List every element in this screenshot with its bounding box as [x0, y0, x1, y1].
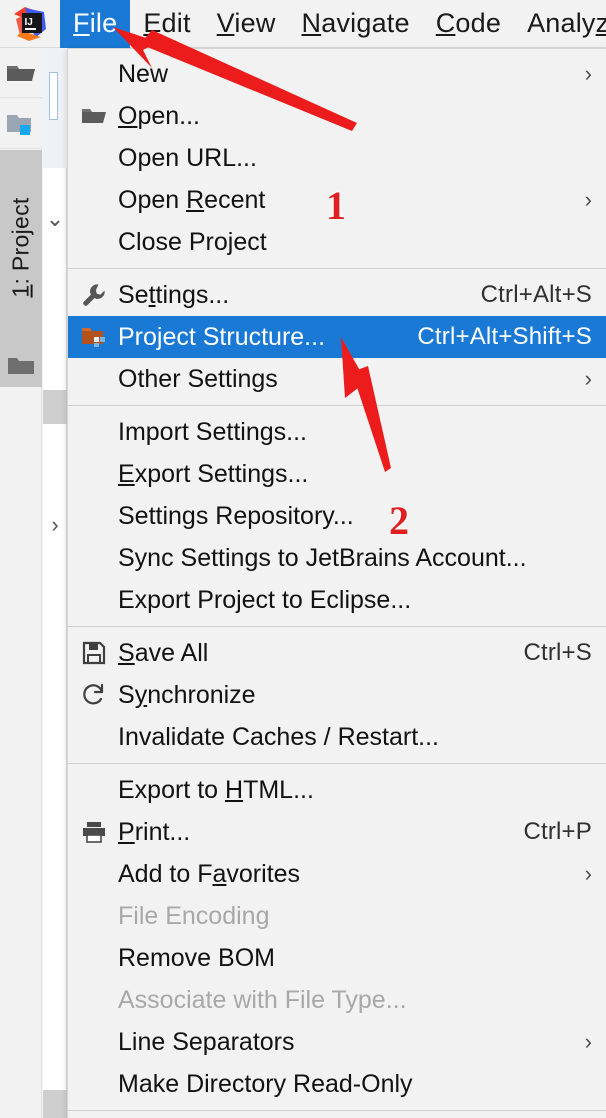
wrench-icon — [80, 281, 108, 309]
menu-item-file-encoding-label: File Encoding — [118, 901, 270, 930]
menubar-navigate-label: Navigate — [301, 8, 410, 38]
menubar-code-label: Code — [435, 8, 502, 38]
sidebar-tab-project[interactable]: 1: Project — [0, 150, 42, 345]
menu-item-settings-label: Settings... — [118, 280, 230, 309]
menu-item-import-settings-label: Import Settings... — [118, 417, 307, 446]
menu-item-associate-file-type: Associate with File Type... — [68, 979, 606, 1021]
menu-item-open-url[interactable]: Open URL... — [68, 137, 606, 179]
menubar-item-edit[interactable]: Edit — [130, 0, 203, 48]
menu-item-invalidate-caches-label: Invalidate Caches / Restart... — [118, 722, 439, 751]
menu-item-open-url-label: Open URL... — [118, 143, 257, 172]
menu-item-save-all[interactable]: Save All Ctrl+S — [68, 632, 606, 674]
menu-item-project-structure-shortcut: Ctrl+Alt+Shift+S — [417, 323, 592, 350]
menu-item-add-to-favorites[interactable]: Add to Favorites › — [68, 853, 606, 895]
menu-item-synchronize-label: Synchronize — [118, 680, 256, 709]
menu-item-make-directory-read-only[interactable]: Make Directory Read-Only — [68, 1063, 606, 1105]
chevron-right-icon[interactable]: › — [43, 505, 67, 545]
menu-item-settings[interactable]: Settings... Ctrl+Alt+S — [68, 274, 606, 316]
menu-item-export-html[interactable]: Export to HTML... — [68, 769, 606, 811]
menu-item-close-project-label: Close Project — [118, 227, 267, 256]
menubar-item-analyze[interactable]: Analyze — [514, 0, 606, 48]
chevron-down-icon[interactable]: ⌄ — [43, 196, 67, 242]
menubar-item-view[interactable]: View — [204, 0, 289, 48]
menu-item-remove-bom[interactable]: Remove BOM — [68, 937, 606, 979]
folder-icon[interactable] — [0, 345, 42, 387]
menu-item-project-structure[interactable]: Project Structure... Ctrl+Alt+Shift+S — [68, 316, 606, 358]
menubar-file-label: File — [73, 8, 118, 38]
menu-item-other-settings[interactable]: Other Settings › — [68, 358, 606, 400]
menu-item-other-settings-label: Other Settings — [118, 364, 278, 393]
menu-item-sync-settings[interactable]: Sync Settings to JetBrains Account... — [68, 537, 606, 579]
menubar-item-code[interactable]: Code — [423, 0, 514, 48]
menu-item-open-label: Open... — [118, 101, 201, 130]
menu-item-export-eclipse-label: Export Project to Eclipse... — [118, 585, 412, 614]
printer-icon — [80, 818, 108, 846]
menu-item-invalidate-caches[interactable]: Invalidate Caches / Restart... — [68, 716, 606, 758]
menu-item-open[interactable]: Open... — [68, 95, 606, 137]
menu-item-associate-file-type-label: Associate with File Type... — [118, 985, 407, 1014]
menubar-analyze-label: Analyze — [527, 8, 606, 38]
menu-item-export-html-label: Export to HTML... — [118, 775, 314, 804]
menu-item-add-to-favorites-label: Add to Favorites — [118, 859, 301, 888]
menubar-view-label: View — [216, 8, 276, 38]
menu-item-import-settings[interactable]: Import Settings... — [68, 411, 606, 453]
intellij-idea-logo-icon: IJ — [0, 0, 60, 48]
chevron-right-icon: › — [584, 366, 592, 391]
chevron-right-icon: › — [584, 1029, 592, 1054]
menu-item-file-encoding: File Encoding — [68, 895, 606, 937]
folder-open-icon[interactable] — [0, 48, 42, 98]
menu-separator — [68, 626, 606, 627]
file-dropdown-menu: New › Open... Open URL... Open Recent › — [67, 48, 606, 1118]
menu-item-remove-bom-label: Remove BOM — [118, 943, 275, 972]
menu-item-settings-shortcut: Ctrl+Alt+S — [480, 281, 592, 308]
menu-item-close-project[interactable]: Close Project — [68, 221, 606, 263]
menu-item-print-label: Print... — [118, 817, 191, 846]
chevron-right-icon: › — [584, 187, 592, 212]
menu-separator — [68, 268, 606, 269]
module-icon — [80, 323, 108, 351]
menu-item-save-all-shortcut: Ctrl+S — [523, 639, 592, 666]
new-project-icon[interactable] — [0, 99, 42, 149]
menu-item-settings-repository-label: Settings Repository... — [118, 501, 354, 530]
menu-item-open-recent[interactable]: Open Recent › — [68, 179, 606, 221]
menu-item-new-label: New — [118, 59, 169, 88]
chevron-right-icon: › — [584, 61, 592, 86]
menu-item-export-eclipse[interactable]: Export Project to Eclipse... — [68, 579, 606, 621]
svg-text:IJ: IJ — [25, 17, 33, 28]
menu-item-line-separators-label: Line Separators — [118, 1027, 295, 1056]
menubar-edit-label: Edit — [143, 8, 191, 38]
folder-open-icon — [80, 102, 108, 130]
left-tool-strip: 1: Project — [0, 48, 42, 1118]
menu-item-save-all-label: Save All — [118, 638, 209, 667]
intellij-window: IJ File Edit View Navigate Code Analyze — [0, 0, 606, 1118]
menu-separator — [68, 1110, 606, 1111]
menubar-item-file[interactable]: File — [60, 0, 131, 48]
menu-item-new[interactable]: New › — [68, 53, 606, 95]
menu-item-print-shortcut: Ctrl+P — [523, 818, 592, 845]
save-icon — [80, 639, 108, 667]
menu-item-line-separators[interactable]: Line Separators › — [68, 1021, 606, 1063]
menu-item-project-structure-label: Project Structure... — [118, 322, 326, 351]
menu-item-sync-settings-label: Sync Settings to JetBrains Account... — [118, 543, 527, 572]
menu-item-synchronize[interactable]: Synchronize — [68, 674, 606, 716]
chevron-right-icon: › — [584, 861, 592, 886]
menu-item-settings-repository[interactable]: Settings Repository... — [68, 495, 606, 537]
menu-bar: IJ File Edit View Navigate Code Analyze — [0, 0, 606, 48]
menu-item-export-settings[interactable]: Export Settings... — [68, 453, 606, 495]
menu-separator — [68, 763, 606, 764]
menu-item-print[interactable]: Print... Ctrl+P — [68, 811, 606, 853]
sidebar-tab-project-label: 1: Project — [7, 197, 34, 298]
menu-separator — [68, 405, 606, 406]
project-panel-item — [49, 72, 58, 120]
vertical-scrollbar-thumb-bottom[interactable] — [43, 1090, 67, 1118]
menu-item-open-recent-label: Open Recent — [118, 185, 266, 214]
menu-item-export-settings-label: Export Settings... — [118, 459, 309, 488]
vertical-scrollbar-thumb[interactable] — [43, 390, 67, 424]
refresh-icon — [80, 681, 108, 709]
menubar-item-navigate[interactable]: Navigate — [289, 0, 423, 48]
menu-item-make-directory-read-only-label: Make Directory Read-Only — [118, 1069, 413, 1098]
